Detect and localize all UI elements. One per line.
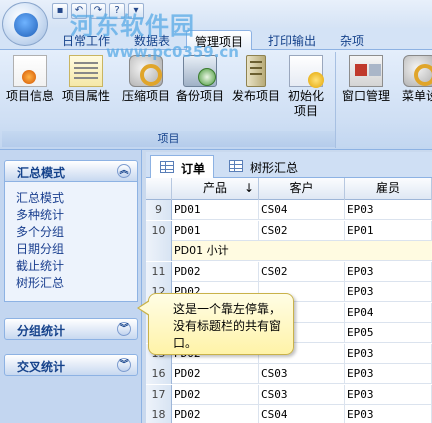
subtotal-cell: PD01 小计: [174, 244, 229, 257]
server-icon: [246, 55, 266, 87]
cell-customer[interactable]: CS04: [259, 405, 345, 423]
column-header-product[interactable]: 产品: [172, 178, 259, 200]
app-logo-icon: [14, 13, 38, 37]
project-info-label: 项目信息: [5, 89, 54, 103]
docked-window-callout: 这是一个靠左停靠，没有标题栏的共有窗口。: [137, 293, 294, 355]
window-icon: [349, 55, 383, 87]
cell-product[interactable]: PD02: [172, 384, 259, 405]
window-management-label: 窗口管理: [341, 89, 390, 103]
cell-product[interactable]: PD02: [172, 405, 259, 423]
cell-employee[interactable]: EP03: [345, 282, 432, 302]
cell-employee[interactable]: EP03: [345, 364, 432, 384]
cell-employee[interactable]: EP03: [345, 261, 432, 282]
nav-link-tree-summary[interactable]: 树形汇总: [16, 275, 137, 292]
column-header-employee[interactable]: 雇员: [345, 178, 432, 200]
row-number: 18: [146, 405, 172, 423]
menu-settings-label: 菜单设: [401, 89, 432, 103]
nav-header-summary[interactable]: 汇总模式 ︽: [4, 160, 138, 182]
cell-product[interactable]: PD01: [172, 200, 259, 220]
column-header-customer[interactable]: 客户: [259, 178, 345, 200]
cell-customer[interactable]: CS04: [259, 200, 345, 220]
chevron-down-icon[interactable]: ︾: [117, 322, 131, 336]
doc-tab-orders-label: 订单: [181, 162, 206, 176]
compress-project-label: 压缩项目: [121, 89, 170, 103]
nav-header-group-stats[interactable]: 分组统计 ︾: [4, 318, 138, 340]
doc-tab-tree-summary[interactable]: 树形汇总: [220, 155, 306, 178]
doc-tab-orders[interactable]: 订单: [150, 155, 215, 178]
initialize-project-button[interactable]: 初始化项目: [284, 55, 328, 119]
application-menu-button[interactable]: [2, 2, 48, 46]
cell-product[interactable]: PD01: [172, 220, 259, 241]
nav-header-cross-stats[interactable]: 交叉统计 ︾: [4, 354, 138, 376]
nav-summary-body: 汇总模式 多种统计 多个分组 日期分组 截止统计 树形汇总: [4, 182, 138, 302]
cell-customer[interactable]: CS02: [259, 220, 345, 241]
cell-customer[interactable]: CS03: [259, 384, 345, 405]
ribbon-group-project: 项目信息 项目属性 压缩项目 备份项目 发布项目 初始化项目 项目: [2, 52, 336, 148]
cell-employee[interactable]: EP03: [345, 200, 432, 220]
initialize-project-label: 初始化项目: [287, 89, 324, 118]
tab-print-output[interactable]: 打印输出: [260, 30, 324, 50]
nav-link-cutoff-stats[interactable]: 截止统计: [16, 258, 137, 275]
table-row[interactable]: 18 PD02 CS04 EP03: [146, 405, 432, 423]
chevron-down-icon[interactable]: ︾: [117, 358, 131, 372]
cell-customer[interactable]: CS03: [259, 364, 345, 384]
row-number: 10: [146, 220, 172, 241]
table-row[interactable]: 17 PD02 CS03 EP03: [146, 384, 432, 405]
row-number: 16: [146, 364, 172, 384]
subtotal-row[interactable]: PD01 小计: [146, 241, 432, 261]
certificate-icon: [13, 55, 47, 87]
project-properties-button[interactable]: 项目属性: [60, 55, 112, 104]
table-icon: [160, 161, 174, 173]
nav-link-summary-mode[interactable]: 汇总模式: [16, 190, 137, 207]
compress-project-button[interactable]: 压缩项目: [120, 55, 172, 104]
watermark-url: www.pc0359.cn: [106, 43, 239, 61]
notepad-icon: [69, 55, 103, 87]
publish-project-button[interactable]: 发布项目: [230, 55, 282, 104]
initialize-icon: [289, 55, 324, 88]
row-number: 11: [146, 261, 172, 282]
doc-tab-tree-summary-label: 树形汇总: [250, 161, 299, 175]
backup-project-label: 备份项目: [175, 89, 224, 103]
nav-link-multi-group[interactable]: 多个分组: [16, 224, 137, 241]
grid-corner: [146, 178, 172, 200]
table-row[interactable]: 10 PD01 CS02 EP01: [146, 220, 432, 241]
backup-project-button[interactable]: 备份项目: [174, 55, 226, 104]
tab-misc[interactable]: 杂项: [332, 30, 372, 50]
menu-settings-button[interactable]: 菜单设: [394, 55, 432, 104]
nav-header-cross-stats-label: 交叉统计: [17, 360, 66, 374]
ribbon-panel: 项目信息 项目属性 压缩项目 备份项目 发布项目 初始化项目 项目 窗口管理 菜…: [0, 50, 432, 150]
cell-employee[interactable]: EP04: [345, 302, 432, 323]
menu-settings-icon: [403, 55, 432, 87]
document-tab-bar: 订单 树形汇总: [146, 152, 432, 178]
cell-employee[interactable]: EP03: [345, 343, 432, 364]
nav-link-date-group[interactable]: 日期分组: [16, 241, 137, 258]
cell-employee[interactable]: EP03: [345, 405, 432, 423]
row-number: [146, 241, 172, 261]
table-row[interactable]: 9 PD01 CS04 EP03: [146, 200, 432, 220]
save-icon[interactable]: ▪: [52, 3, 68, 19]
ribbon-group-label: 项目: [2, 131, 335, 147]
nav-header-group-stats-label: 分组统计: [17, 324, 66, 338]
table-row[interactable]: 16 PD02 CS03 EP03: [146, 364, 432, 384]
cell-employee[interactable]: EP05: [345, 323, 432, 343]
cell-product[interactable]: PD02: [172, 261, 259, 282]
table-row[interactable]: 11 PD02 CS02 EP03: [146, 261, 432, 282]
chevron-up-icon[interactable]: ︽: [117, 164, 131, 178]
cell-customer[interactable]: CS02: [259, 261, 345, 282]
watermark-title: 河东软件园: [70, 11, 195, 40]
project-info-button[interactable]: 项目信息: [4, 55, 56, 104]
ribbon-group-window: 窗口管理 菜单设: [338, 52, 432, 148]
grid-header: 产品 客户 雇员: [146, 178, 432, 200]
cell-product[interactable]: PD02: [172, 364, 259, 384]
project-properties-label: 项目属性: [61, 89, 110, 103]
cell-employee[interactable]: EP03: [345, 384, 432, 405]
row-number: 9: [146, 200, 172, 220]
nav-link-multi-stats[interactable]: 多种统计: [16, 207, 137, 224]
cell-employee[interactable]: EP01: [345, 220, 432, 241]
publish-project-label: 发布项目: [231, 89, 280, 103]
table-icon: [229, 160, 243, 172]
window-management-button[interactable]: 窗口管理: [340, 55, 392, 104]
nav-header-summary-label: 汇总模式: [17, 166, 66, 180]
row-number: 17: [146, 384, 172, 405]
